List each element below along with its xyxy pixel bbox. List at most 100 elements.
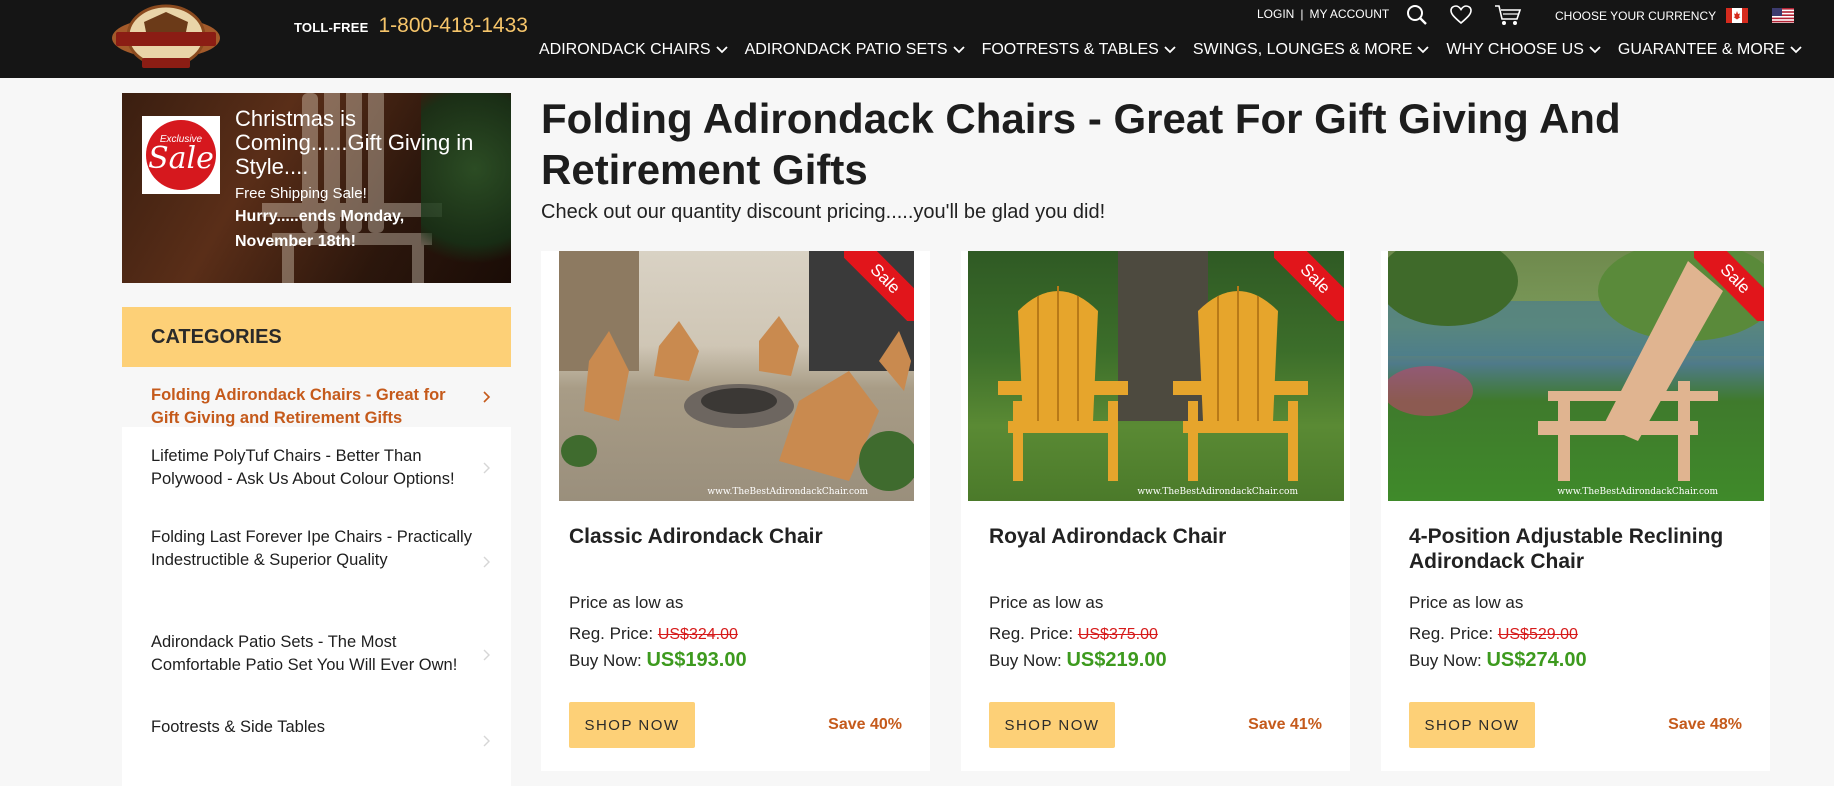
sale-badge: Exclusive Sale <box>142 116 220 194</box>
phone-number[interactable]: 1-800-418-1433 <box>379 14 528 38</box>
shop-now-button[interactable]: SHOP NOW <box>569 702 695 748</box>
nav-guarantee[interactable]: GUARANTEE & MORE <box>1618 41 1802 59</box>
product-card: Sale www.TheBestAdirondackChair.com 4-Po… <box>1381 251 1770 771</box>
badge-main-text: Sale <box>148 141 214 176</box>
chevron-down-icon <box>715 46 728 54</box>
my-account-link[interactable]: MY ACCOUNT <box>1309 7 1389 21</box>
category-footrests[interactable]: Footrests & Side Tables <box>122 696 511 786</box>
product-name[interactable]: Royal Adirondack Chair <box>989 524 1324 549</box>
promo-banner[interactable]: Exclusive Sale Christmas is Coming......… <box>122 93 511 283</box>
category-patio-sets[interactable]: Adirondack Patio Sets - The Most Comfort… <box>122 614 511 696</box>
product-name[interactable]: Classic Adirondack Chair <box>569 524 904 549</box>
buy-now-label: Buy Now: <box>569 651 642 670</box>
chevron-right-icon <box>483 735 490 747</box>
product-image[interactable]: Sale www.TheBestAdirondackChair.com <box>968 251 1344 501</box>
category-folding-chairs[interactable]: Folding Adirondack Chairs - Great for Gi… <box>122 367 511 427</box>
buy-now-label: Buy Now: <box>989 651 1062 670</box>
product-name[interactable]: 4-Position Adjustable Reclining Adironda… <box>1409 524 1744 574</box>
currency-label: CHOOSE YOUR CURRENCY <box>1555 8 1717 23</box>
category-polytuf-chairs[interactable]: Lifetime PolyTuf Chairs - Better Than Po… <box>122 427 511 509</box>
nav-label: ADIRONDACK CHAIRS <box>539 41 711 58</box>
page-title: Folding Adirondack Chairs - Great For Gi… <box>541 95 1621 193</box>
promo-headline: Christmas is Coming......Gift Giving in … <box>235 106 474 179</box>
login-link[interactable]: LOGIN <box>1257 7 1294 21</box>
nav-swings-lounges[interactable]: SWINGS, LOUNGES & MORE <box>1193 41 1430 59</box>
categories-list: Folding Adirondack Chairs - Great for Gi… <box>122 367 511 786</box>
price-label: Price as low as <box>989 593 1104 612</box>
shop-now-button[interactable]: SHOP NOW <box>1409 702 1535 748</box>
category-label: Lifetime PolyTuf Chairs - Better Than Po… <box>151 447 455 488</box>
toll-free: TOLL-FREE 1-800-418-1433 <box>294 14 528 38</box>
reg-price-label: Reg. Price: <box>1409 624 1494 643</box>
buy-price-value: US$193.00 <box>646 649 747 671</box>
heart-icon[interactable] <box>1450 5 1472 25</box>
currency-selector: CHOOSE YOUR CURRENCY <box>1555 8 1795 23</box>
chevron-right-icon <box>483 649 490 661</box>
nav-why-choose-us[interactable]: WHY CHOOSE US <box>1446 41 1601 59</box>
reg-price-value: US$375.00 <box>1077 626 1158 643</box>
regular-price: Reg. Price: US$375.00 <box>989 624 1158 644</box>
category-ipe-chairs[interactable]: Folding Last Forever Ipe Chairs - Practi… <box>122 509 511 614</box>
buy-now-label: Buy Now: <box>1409 651 1482 670</box>
page-subtitle: Check out our quantity discount pricing.… <box>541 201 1106 223</box>
chevron-down-icon <box>1589 46 1601 54</box>
buy-price-value: US$219.00 <box>1066 649 1167 671</box>
chevron-right-icon <box>483 462 490 474</box>
nav-label: GUARANTEE & MORE <box>1617 41 1786 58</box>
search-icon[interactable] <box>1406 4 1428 26</box>
canada-flag-icon[interactable] <box>1726 8 1749 23</box>
promo-subline: Free Shipping Sale! <box>235 185 367 202</box>
reg-price-label: Reg. Price: <box>989 624 1074 643</box>
usa-flag-icon[interactable] <box>1772 8 1795 23</box>
product-card: Sale www.TheBestAdirondackChair.com Roya… <box>961 251 1350 771</box>
main-nav: ADIRONDACK CHAIRS ADIRONDACK PATIO SETS … <box>539 41 1802 59</box>
toll-free-label: TOLL-FREE <box>294 20 369 35</box>
buy-price: Buy Now: US$219.00 <box>989 649 1167 672</box>
reg-price-value: US$529.00 <box>1497 626 1578 643</box>
link-separator: | <box>1300 7 1304 21</box>
chevron-right-icon <box>483 556 490 567</box>
image-watermark: www.TheBestAdirondackChair.com <box>1137 487 1298 497</box>
category-label: Footrests & Side Tables <box>151 718 325 736</box>
nav-label: ADIRONDACK PATIO SETS <box>744 41 948 58</box>
header-icons <box>1406 4 1522 26</box>
nav-label: WHY CHOOSE US <box>1446 41 1584 58</box>
sale-ribbon-text: Sale <box>1694 251 1764 321</box>
price-label: Price as low as <box>1409 593 1524 612</box>
account-links: LOGIN | MY ACCOUNT <box>1257 7 1389 21</box>
sale-ribbon: Sale <box>844 251 914 321</box>
site-header: TOLL-FREE 1-800-418-1433 LOGIN | MY ACCO… <box>0 0 1834 78</box>
reg-price-value: US$324.00 <box>657 626 738 643</box>
chevron-right-icon <box>483 391 491 403</box>
chevron-down-icon <box>1417 46 1430 54</box>
nav-adirondack-chairs[interactable]: ADIRONDACK CHAIRS <box>539 41 728 59</box>
nav-patio-sets[interactable]: ADIRONDACK PATIO SETS <box>745 41 965 59</box>
price-label: Price as low as <box>569 593 684 612</box>
category-label: Adirondack Patio Sets - The Most Comfort… <box>151 633 458 674</box>
nav-label: SWINGS, LOUNGES & MORE <box>1192 41 1413 58</box>
sale-ribbon: Sale <box>1274 251 1344 321</box>
nav-footrests-tables[interactable]: FOOTRESTS & TABLES <box>982 41 1176 59</box>
product-image[interactable]: Sale www.TheBestAdirondackChair.com <box>559 251 914 501</box>
product-card: Sale www.TheBestAdirondackChair.com Clas… <box>541 251 930 771</box>
buy-price: Buy Now: US$193.00 <box>569 649 747 672</box>
regular-price: Reg. Price: US$529.00 <box>1409 624 1578 644</box>
save-percent: Save 48% <box>1668 716 1742 733</box>
buy-price: Buy Now: US$274.00 <box>1409 649 1587 672</box>
shop-now-button[interactable]: SHOP NOW <box>989 702 1115 748</box>
image-watermark: www.TheBestAdirondackChair.com <box>707 487 868 497</box>
product-image[interactable]: Sale www.TheBestAdirondackChair.com <box>1388 251 1764 501</box>
reg-price-label: Reg. Price: <box>569 624 654 643</box>
company-logo[interactable] <box>108 2 224 74</box>
buy-price-value: US$274.00 <box>1486 649 1587 671</box>
nav-label: FOOTRESTS & TABLES <box>981 41 1159 58</box>
chevron-down-icon <box>952 46 965 54</box>
promo-text: Christmas is Coming......Gift Giving in … <box>235 107 475 254</box>
cart-icon[interactable] <box>1494 4 1522 26</box>
category-label: Folding Adirondack Chairs - Great for Gi… <box>151 386 446 427</box>
image-watermark: www.TheBestAdirondackChair.com <box>1557 487 1718 497</box>
category-label: Folding Last Forever Ipe Chairs - Practi… <box>151 528 472 569</box>
save-percent: Save 40% <box>828 716 902 733</box>
promo-deadline: Hurry.....ends Monday, November 18th! <box>235 208 405 250</box>
sale-ribbon-text: Sale <box>844 251 914 321</box>
